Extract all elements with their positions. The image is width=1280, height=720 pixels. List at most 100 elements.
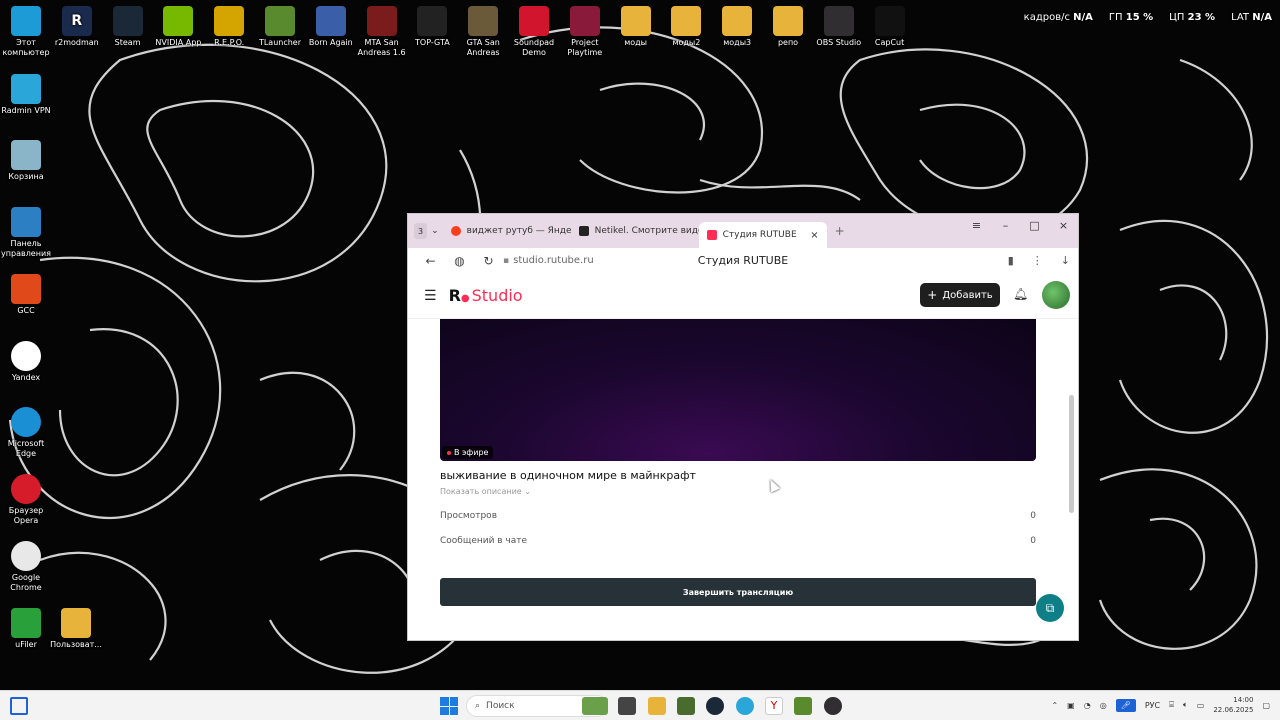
desktop-app-icon (112, 6, 143, 36)
tab-list-chevron-icon[interactable]: ⌄ (427, 219, 443, 243)
downloads-icon[interactable]: ↓ (1061, 254, 1070, 267)
studio-header: ☰ R ● Studio + Добавить 🔔︎ (408, 273, 1078, 319)
new-tab-button[interactable]: + (827, 219, 853, 243)
desktop-icon[interactable]: Soundpad Demo (508, 6, 560, 58)
desktop-icon[interactable]: Radmin VPN (0, 74, 52, 116)
desktop-icon[interactable]: моды2 (660, 6, 712, 48)
page-title: Студия RUTUBE (697, 254, 789, 267)
desktop-icon[interactable]: TOP-GTA (406, 6, 458, 48)
avatar[interactable] (1042, 281, 1070, 309)
desktop-icon[interactable]: MTA San Andreas 1.6 (356, 6, 408, 58)
window-controls: ≡ – □ × (962, 214, 1078, 238)
obs-studio-icon[interactable] (824, 697, 842, 715)
desktop-icon[interactable]: моды3 (711, 6, 763, 48)
desktop-icon[interactable]: Пользоват... (50, 608, 102, 650)
desktop-icon[interactable]: Корзина (0, 140, 52, 182)
studio-logo[interactable]: R ● Studio (449, 286, 523, 305)
page-scrollbar[interactable] (1069, 395, 1074, 513)
desktop-icon[interactable]: Rr2modman (51, 6, 103, 48)
desktop-icon[interactable]: Project Playtime (559, 6, 611, 58)
desktop-app-icon (61, 608, 91, 638)
stream-panel: В эфире выживание в одиночном мире в май… (408, 319, 1078, 622)
rutube-favicon-icon (578, 226, 589, 236)
task-view-icon[interactable] (618, 697, 636, 715)
hamburger-menu-icon[interactable]: ☰ (424, 288, 437, 304)
desktop-icon[interactable]: Этот компьютер (0, 6, 52, 58)
desktop-icon-label: MTA San Andreas 1.6 (357, 38, 406, 57)
language-indicator[interactable]: РУС (1145, 701, 1160, 710)
file-explorer-icon[interactable] (648, 697, 666, 715)
desktop-icon-label: CapCut (874, 38, 905, 47)
clock[interactable]: 14:00 22.06.2025 (1213, 695, 1253, 715)
network-icon[interactable]: ⌸ (1169, 700, 1174, 710)
desktop-app-icon (722, 6, 753, 36)
notifications-icon[interactable]: ▢ (1262, 701, 1270, 710)
desktop-icon[interactable]: uFiler (0, 608, 52, 650)
back-icon[interactable]: ← (416, 254, 445, 268)
tab-count-button[interactable]: 3 (414, 223, 428, 239)
desktop-icon[interactable]: OBS Studio (813, 6, 865, 48)
desktop-app-icon (11, 474, 41, 504)
stream-title: выживание в одиночном мире в майнкрафт (440, 469, 696, 482)
add-button[interactable]: + Добавить (920, 283, 1000, 307)
desktop-icon[interactable]: моды (610, 6, 662, 48)
desktop-icon[interactable]: Born Again (305, 6, 357, 48)
bookmark-icon[interactable]: ▮ (1008, 254, 1014, 267)
tab-yandex-search[interactable]: виджет рутуб — Яндекс: н (443, 219, 571, 243)
desktop-icon[interactable]: GCC (0, 274, 52, 316)
tray-chevron-up-icon[interactable]: ⌃ (1051, 701, 1058, 710)
telegram-icon[interactable] (736, 697, 754, 715)
protect-icon[interactable]: ◍ (445, 254, 474, 268)
desktop-icon[interactable]: NVIDIA App (152, 6, 204, 48)
battery-icon[interactable]: ▭ (1197, 701, 1205, 710)
minecraft-launcher-icon[interactable] (677, 697, 695, 715)
desktop-icon[interactable]: Google Chrome (0, 541, 52, 593)
maximize-icon[interactable]: □ (1020, 214, 1049, 238)
desktop-icon-label: Yandex (11, 373, 41, 382)
desktop-icon[interactable]: CapCut (864, 6, 916, 48)
stream-preview[interactable]: В эфире (440, 319, 1036, 461)
end-broadcast-button[interactable]: Завершить трансляцию (440, 578, 1036, 606)
lock-icon: ▪ (503, 255, 510, 266)
more-options-icon[interactable]: ⋮ (1032, 254, 1043, 267)
menu-icon[interactable]: ≡ (962, 214, 991, 238)
reload-icon[interactable]: ↻ (474, 254, 503, 268)
taskbar-game-icon[interactable] (582, 697, 608, 715)
desktop-icon[interactable]: Microsoft Edge (0, 407, 52, 459)
desktop-icon-label: R.E.P.O. (214, 38, 245, 47)
desktop-icon[interactable]: Панель управления (0, 207, 52, 259)
show-description-link[interactable]: Показать описание ⌄ (440, 487, 531, 496)
notifications-bell-icon[interactable]: 🔔︎ (1013, 287, 1028, 301)
desktop-app-icon (11, 274, 41, 304)
desktop-icon[interactable]: репо (762, 6, 814, 48)
desktop-icon-label: Пользоват... (50, 640, 102, 649)
tray-app-icon[interactable]: ▣ (1067, 701, 1075, 710)
microphone-icon[interactable]: 🎤︎ (1115, 698, 1136, 712)
desktop-icon[interactable]: Steam (102, 6, 154, 48)
search-icon: ⌕ (475, 701, 481, 711)
yandex-browser-icon[interactable]: Y (765, 697, 783, 715)
start-button[interactable] (440, 697, 458, 715)
desktop-icon[interactable]: Браузер Opera (0, 474, 52, 526)
desktop-icon[interactable]: Yandex (0, 341, 52, 383)
desktop-icon[interactable]: GTA San Andreas (457, 6, 509, 58)
tray-settings-icon[interactable]: ◎ (1100, 701, 1107, 710)
chat-messages-stat: Сообщений в чате 0 (440, 536, 1036, 546)
close-window-icon[interactable]: × (1049, 214, 1078, 238)
desktop-icon[interactable]: R.E.P.O. (203, 6, 255, 48)
url-field[interactable]: studio.rutube.ru (513, 255, 594, 266)
minimize-icon[interactable]: – (991, 214, 1020, 238)
address-bar: ← ◍ ↻ ▪ studio.rutube.ru Студия RUTUBE ▮… (408, 248, 1078, 273)
close-tab-icon[interactable]: × (810, 230, 818, 241)
tab-rutube-studio[interactable]: Студия RUTUBE × (698, 222, 827, 248)
widgets-icon[interactable] (10, 697, 28, 715)
desktop-app-icon (874, 6, 905, 36)
help-chat-icon[interactable]: ⧉ (1036, 594, 1064, 622)
tray-network-icon[interactable]: ◔ (1084, 701, 1091, 710)
steam-icon[interactable] (706, 697, 724, 715)
tlauncher-icon[interactable] (794, 697, 812, 715)
tab-netikel[interactable]: Netikel. Смотрите видео (571, 219, 699, 243)
volume-icon[interactable]: 🔈︎ (1183, 700, 1188, 710)
desktop-icon-label: GTA San Andreas (466, 38, 500, 57)
desktop-icon[interactable]: TLauncher (254, 6, 306, 48)
